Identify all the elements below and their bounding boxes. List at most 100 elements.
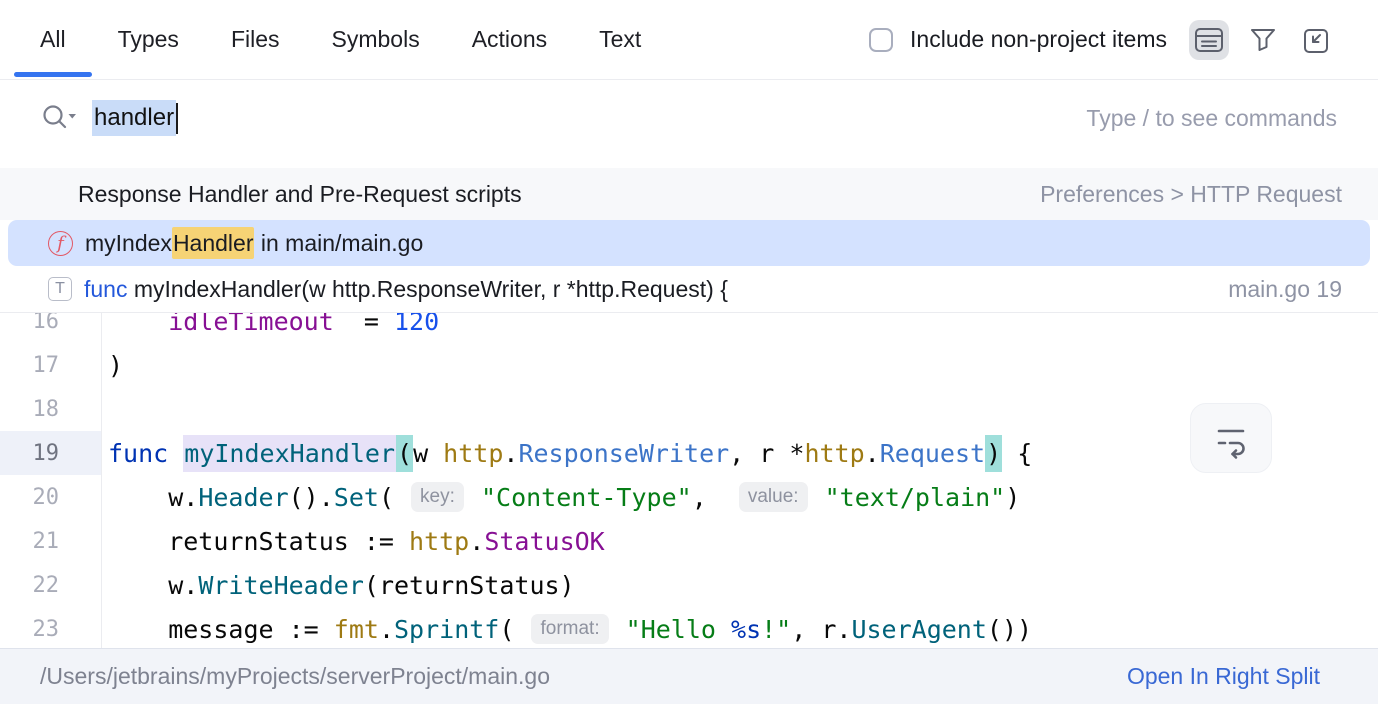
code-token: Header	[198, 483, 288, 512]
code-line-19: 19func myIndexHandler(w http.ResponseWri…	[0, 431, 1378, 475]
code-text[interactable]: message := fmt.Sprintf( format: "Hello %…	[102, 607, 1032, 649]
code-token: .	[503, 439, 518, 468]
tab-list: All Types Files Symbols Actions Text	[14, 0, 667, 79]
tab-all[interactable]: All	[14, 0, 92, 79]
code-text[interactable]: w.Header().Set( key: "Content-Type", val…	[102, 475, 1020, 519]
text-caret	[176, 103, 178, 134]
open-in-window-icon	[1299, 22, 1335, 58]
soft-wrap-button[interactable]	[1190, 403, 1272, 473]
code-token: , r *	[729, 439, 804, 468]
preview-panel-icon	[1191, 22, 1227, 58]
search-query-text: handler	[92, 100, 176, 136]
search-field[interactable]: handler Type / to see commands	[0, 80, 1378, 156]
tab-label: Actions	[472, 26, 547, 53]
tab-label: All	[40, 26, 66, 53]
code-token: (returnStatus)	[364, 571, 575, 600]
code-line-18: 18	[0, 387, 1378, 431]
code-token: "Content-Type"	[481, 483, 692, 512]
code-text[interactable]	[102, 387, 108, 431]
line-number[interactable]: 23	[0, 607, 102, 649]
tab-label: Symbols	[332, 26, 420, 53]
result-row-settings[interactable]: Response Handler and Pre-Request scripts…	[0, 168, 1378, 220]
tab-label: Types	[118, 26, 179, 53]
result-row-function-selected[interactable]: f myIndexHandler in main/main.go	[8, 220, 1370, 266]
code-token: , r.	[791, 615, 851, 644]
code-token: .	[379, 615, 394, 644]
tab-text[interactable]: Text	[573, 0, 667, 79]
tab-label: Files	[231, 26, 280, 53]
code-text[interactable]: idleTimeout = 120	[102, 312, 439, 343]
preview-toggle-button[interactable]	[1189, 20, 1229, 60]
code-token: ,	[692, 483, 737, 512]
code-token: (	[379, 483, 409, 512]
code-token	[810, 483, 825, 512]
soft-wrap-icon	[1211, 416, 1251, 460]
inlay-hint: value:	[739, 482, 808, 512]
line-number[interactable]: 20	[0, 475, 102, 519]
command-hint: Type / to see commands	[1086, 105, 1337, 132]
code-token: message :=	[108, 615, 334, 644]
tab-types[interactable]: Types	[92, 0, 205, 79]
code-token: .	[865, 439, 880, 468]
tab-actions[interactable]: Actions	[446, 0, 573, 79]
code-token: w.	[108, 571, 198, 600]
search-icon[interactable]	[40, 102, 78, 134]
code-line-23: 23 message := fmt.Sprintf( format: "Hell…	[0, 607, 1378, 649]
checkbox-box[interactable]	[869, 28, 893, 52]
tab-symbols[interactable]: Symbols	[306, 0, 446, 79]
line-number[interactable]: 18	[0, 387, 102, 431]
code-token: ResponseWriter	[518, 439, 729, 468]
search-input[interactable]: handler	[92, 100, 178, 136]
footer-bar: /Users/jetbrains/myProjects/serverProjec…	[0, 648, 1378, 704]
results-list: Response Handler and Pre-Request scripts…	[0, 156, 1378, 312]
filter-button[interactable]	[1243, 20, 1283, 60]
open-in-find-window-button[interactable]	[1297, 20, 1337, 60]
code-token: http	[443, 439, 503, 468]
function-icon: f	[48, 231, 73, 256]
result-title: myIndexHandler in main/main.go	[85, 230, 423, 257]
code-text[interactable]: returnStatus := http.StatusOK	[102, 519, 605, 563]
code-line-20: 20 w.Header().Set( key: "Content-Type", …	[0, 475, 1378, 519]
code-token: http	[804, 439, 864, 468]
code-token: (	[396, 435, 413, 472]
code-token: idleTimeout	[108, 312, 364, 336]
code-token: ())	[987, 615, 1032, 644]
file-path: /Users/jetbrains/myProjects/serverProjec…	[40, 663, 550, 690]
code-token: fmt	[334, 615, 379, 644]
line-number[interactable]: 22	[0, 563, 102, 607]
code-text[interactable]: func myIndexHandler(w http.ResponseWrite…	[102, 431, 1032, 475]
code-token: )	[1005, 483, 1020, 512]
open-in-right-split-link[interactable]: Open In Right Split	[1127, 663, 1320, 690]
code-rows: 16 idleTimeout = 12017)1819func myIndexH…	[0, 312, 1378, 649]
include-non-project-items-checkbox[interactable]: Include non-project items	[869, 26, 1167, 53]
code-token: func	[108, 439, 168, 468]
code-token: WriteHeader	[198, 571, 364, 600]
code-token: (	[499, 615, 529, 644]
code-token: {	[1002, 439, 1032, 468]
code-token: StatusOK	[484, 527, 604, 556]
code-line-21: 21 returnStatus := http.StatusOK	[0, 519, 1378, 563]
code-line-16: 16 idleTimeout = 120	[0, 312, 1378, 343]
code-token: %s	[731, 615, 761, 644]
toolbar-icons	[1189, 20, 1337, 60]
code-token: .	[469, 527, 484, 556]
code-text[interactable]: )	[102, 343, 123, 387]
tab-label: Text	[599, 26, 641, 53]
line-number[interactable]: 16	[0, 312, 102, 343]
code-preview-pane: 16 idleTimeout = 12017)1819func myIndexH…	[0, 312, 1378, 649]
line-number[interactable]: 19	[0, 431, 102, 475]
code-token: )	[985, 435, 1002, 472]
line-number[interactable]: 21	[0, 519, 102, 563]
line-number[interactable]: 17	[0, 343, 102, 387]
code-text[interactable]: w.WriteHeader(returnStatus)	[102, 563, 575, 607]
result-row-text-occurrence[interactable]: T func myIndexHandler(w http.ResponseWri…	[8, 266, 1370, 312]
code-token: Request	[880, 439, 985, 468]
search-everywhere-popup: All Types Files Symbols Actions Text Inc…	[0, 0, 1378, 704]
code-token: ().	[289, 483, 334, 512]
code-line-17: 17)	[0, 343, 1378, 387]
tab-bar: All Types Files Symbols Actions Text Inc…	[0, 0, 1378, 80]
tab-files[interactable]: Files	[205, 0, 306, 79]
code-token: UserAgent	[851, 615, 986, 644]
tab-bar-right: Include non-project items	[869, 20, 1378, 60]
code-token	[168, 439, 183, 468]
